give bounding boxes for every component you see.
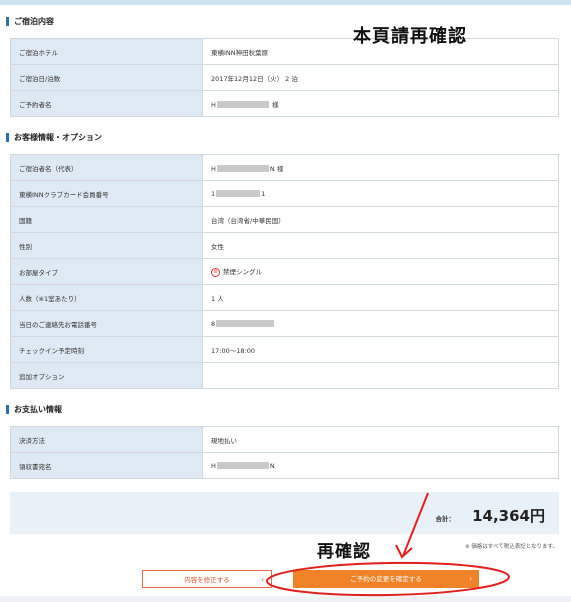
total-panel: 合計： 14,364円	[10, 492, 559, 534]
name-prefix: H	[211, 461, 216, 470]
row-label: ご宿泊ホテル	[10, 38, 203, 65]
row-value: 台湾（台湾省/中華民国）	[202, 206, 559, 233]
no-smoking-icon: ⊘	[211, 267, 220, 277]
section-marker	[6, 17, 9, 26]
table-row: ご宿泊ホテル 東横INN神田秋葉原	[10, 38, 559, 65]
row-label: 人数（※1室あたり）	[10, 284, 203, 311]
edit-button-label: 内容を修正する	[184, 576, 230, 584]
row-label: 領収書宛名	[10, 452, 203, 479]
redaction-mask	[216, 101, 269, 108]
row-value: 女性	[202, 232, 559, 259]
row-label: ご宿泊者名（代表）	[10, 154, 203, 181]
row-label: 決済方法	[10, 426, 203, 453]
redaction-mask	[216, 462, 269, 469]
table-row: 東横INNクラブカード会員番号 11	[10, 180, 559, 207]
table-row: ご宿泊日/泊数 2017年12月12日（火） 2 泊	[10, 64, 559, 91]
row-label: 国籍	[10, 206, 203, 233]
redaction-mask	[216, 320, 275, 327]
row-value: 2017年12月12日（火） 2 泊	[202, 64, 559, 91]
guest-info-table: ご宿泊者名（代表） HN 様 東横INNクラブカード会員番号 11 国籍 台湾（…	[10, 154, 559, 389]
name-suffix: N 様	[269, 164, 284, 173]
row-label: 性別	[10, 232, 203, 259]
table-row: ご予約者名 H 様	[10, 90, 559, 117]
row-label: 追加オプション	[10, 362, 203, 389]
row-value	[202, 362, 559, 389]
row-value: HN	[202, 452, 559, 479]
row-value: 11	[202, 180, 559, 207]
name-suffix: N	[269, 461, 275, 470]
row-value: 現地払い	[202, 426, 559, 453]
name-prefix: H	[211, 164, 216, 173]
member-prefix: 1	[211, 189, 216, 198]
section-title-text: ご宿泊内容	[14, 17, 54, 26]
redaction-mask	[216, 190, 261, 197]
member-suffix: 1	[261, 189, 266, 198]
stay-info-table: ご宿泊ホテル 東横INN神田秋葉原 ご宿泊日/泊数 2017年12月12日（火）…	[10, 38, 559, 117]
total-label: 合計：	[435, 515, 456, 523]
chevron-right-icon: ›	[261, 576, 264, 584]
section-marker	[6, 405, 9, 414]
row-label: ご宿泊日/泊数	[10, 64, 203, 91]
annotation-text-top: 本頁請再確認	[353, 26, 467, 47]
section-marker	[6, 133, 9, 142]
row-value: HN 様	[202, 154, 559, 181]
row-label: 当日のご連絡先お電話番号	[10, 310, 203, 337]
table-row: 性別 女性	[10, 232, 559, 259]
table-row: お部屋タイプ ⊘ 禁煙シングル	[10, 258, 559, 285]
table-row: 追加オプション	[10, 362, 559, 389]
edit-contents-button[interactable]: 内容を修正する ›	[142, 570, 272, 588]
row-value: H 様	[202, 90, 559, 117]
table-row: 領収書宛名 HN	[10, 452, 559, 479]
phone-prefix: 8	[211, 319, 216, 328]
chevron-right-icon: ›	[469, 575, 472, 583]
confirm-change-button[interactable]: ご予約の変更を確定する ›	[293, 570, 479, 588]
row-label: お部屋タイプ	[10, 258, 203, 285]
footer-strip	[0, 596, 571, 602]
redaction-mask	[216, 165, 269, 172]
payment-info-table: 決済方法 現地払い 領収書宛名 HN	[10, 426, 559, 479]
row-label: 東横INNクラブカード会員番号	[10, 180, 203, 207]
section-title-stay: ご宿泊内容	[6, 15, 562, 29]
row-value: 8	[202, 310, 559, 337]
table-row: 人数（※1室あたり） 1 人	[10, 284, 559, 311]
section-title-text: お支払い情報	[14, 405, 62, 414]
total-amount: 14,364円	[472, 507, 545, 525]
table-row: 国籍 台湾（台湾省/中華民国）	[10, 206, 559, 233]
tax-note: ※ 価格はすべて税込表記となります。	[464, 544, 558, 550]
name-suffix: 様	[269, 100, 279, 109]
top-bar	[0, 0, 571, 5]
table-row: チェックイン予定時刻 17:00～18:00	[10, 336, 559, 363]
table-row: 当日のご連絡先お電話番号 8	[10, 310, 559, 337]
annotation-text-bottom: 再確認	[317, 542, 371, 562]
annotation-arrow-head	[395, 544, 413, 559]
table-row: 決済方法 現地払い	[10, 426, 559, 453]
section-title-text: お客様情報・オプション	[14, 133, 102, 142]
row-value: 1 人	[202, 284, 559, 311]
room-type-text: 禁煙シングル	[223, 268, 262, 277]
row-value: ⊘ 禁煙シングル	[202, 258, 559, 285]
name-prefix: H	[211, 100, 216, 109]
section-title-guest: お客様情報・オプション	[6, 131, 562, 145]
row-value: 17:00～18:00	[202, 336, 559, 363]
section-title-payment: お支払い情報	[6, 403, 562, 417]
table-row: ご宿泊者名（代表） H N 様	[10, 154, 559, 181]
row-label: チェックイン予定時刻	[10, 336, 203, 363]
confirm-button-label: ご予約の変更を確定する	[350, 575, 422, 583]
row-label: ご予約者名	[10, 90, 203, 117]
